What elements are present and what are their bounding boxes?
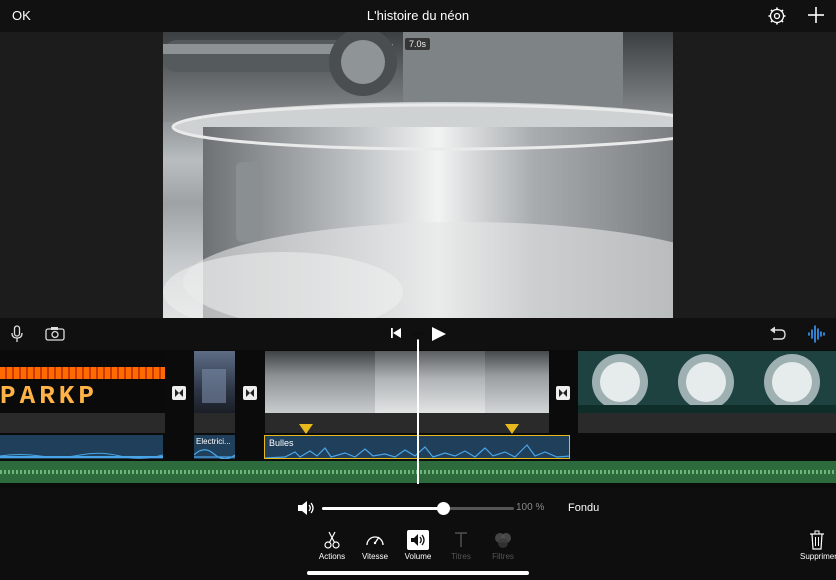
skip-to-start-icon[interactable] bbox=[390, 327, 402, 339]
tool-vitesse[interactable]: Vitesse bbox=[353, 530, 397, 561]
clip-bulles-frame bbox=[265, 351, 375, 413]
tool-titres-disabled[interactable]: Titres bbox=[439, 530, 483, 561]
audio-waveform bbox=[0, 452, 163, 459]
volume-slider-fill bbox=[322, 507, 443, 510]
volume-slider[interactable] bbox=[322, 502, 514, 515]
tool-label: Titres bbox=[451, 552, 471, 561]
clip-electricite[interactable] bbox=[194, 351, 235, 413]
clip-hublot[interactable] bbox=[578, 351, 836, 413]
transition-icon bbox=[246, 389, 254, 397]
tool-actions[interactable]: Actions bbox=[310, 530, 354, 561]
volume-slider-knob[interactable] bbox=[437, 502, 450, 515]
tool-filtres-disabled[interactable]: Filtres bbox=[481, 530, 525, 561]
clip-bulles[interactable] bbox=[265, 351, 549, 413]
audio-track-label: Bulles bbox=[269, 438, 294, 448]
playhead[interactable] bbox=[417, 338, 419, 484]
gear-icon[interactable] bbox=[768, 7, 786, 25]
clip-parkp[interactable]: PARKP bbox=[0, 351, 165, 413]
clip-parkp-sign: PARKP bbox=[0, 381, 99, 411]
camera-icon[interactable] bbox=[45, 326, 65, 341]
clip-hublot-thumbnail bbox=[578, 351, 836, 413]
transition-icon bbox=[559, 389, 567, 397]
clip-hublot-underlay bbox=[578, 413, 836, 433]
tool-label: Vitesse bbox=[361, 552, 389, 561]
tool-delete[interactable]: Supprimer bbox=[794, 530, 836, 561]
video-frame bbox=[163, 32, 673, 318]
text-icon bbox=[455, 532, 467, 547]
volume-percent: 100 % bbox=[516, 502, 545, 513]
speedometer-icon bbox=[366, 536, 384, 546]
fade-marker-icon[interactable] bbox=[505, 424, 519, 434]
transition-button[interactable] bbox=[243, 386, 257, 400]
tool-label: Filtres bbox=[492, 552, 514, 561]
transition-icon bbox=[175, 389, 183, 397]
fade-marker-icon[interactable] bbox=[299, 424, 313, 434]
transition-button[interactable] bbox=[556, 386, 570, 400]
audio-track-parkp[interactable] bbox=[0, 435, 163, 459]
fade-button[interactable]: Fondu bbox=[568, 502, 599, 514]
speaker-icon bbox=[298, 501, 314, 515]
transition-button[interactable] bbox=[172, 386, 186, 400]
neon-stripe bbox=[0, 367, 165, 379]
filters-icon bbox=[495, 533, 511, 548]
scissors-icon bbox=[324, 531, 340, 549]
audio-waveform-icon[interactable] bbox=[807, 324, 825, 344]
audio-track-electricite[interactable]: Electrici... bbox=[194, 435, 235, 459]
tool-label: Supprimer bbox=[800, 552, 836, 561]
project-title: L'histoire du néon bbox=[366, 8, 470, 23]
tool-label: Volume bbox=[404, 552, 432, 561]
clip-parkp-underlay bbox=[0, 413, 165, 433]
clip-bulles-frame bbox=[375, 351, 485, 413]
tool-volume-selected[interactable]: Volume bbox=[396, 530, 440, 561]
duration-badge: 7.0s bbox=[405, 38, 431, 50]
add-icon[interactable] bbox=[806, 5, 826, 25]
microphone-icon[interactable] bbox=[11, 325, 23, 343]
trash-icon bbox=[810, 530, 824, 550]
video-preview[interactable] bbox=[163, 32, 673, 318]
undo-icon[interactable] bbox=[769, 326, 787, 342]
volume-icon bbox=[407, 530, 429, 550]
play-icon[interactable] bbox=[431, 326, 447, 342]
tool-label: Actions bbox=[318, 552, 346, 561]
clip-electricite-thumbnail bbox=[202, 369, 226, 403]
clip-bulles-frame bbox=[485, 351, 549, 413]
top-bar: OK L'histoire du néon bbox=[0, 0, 836, 32]
clip-electricite-underlay bbox=[194, 413, 235, 433]
playhead-indicator bbox=[411, 332, 425, 340]
home-indicator[interactable] bbox=[307, 571, 529, 575]
audio-track-label: Electrici... bbox=[196, 437, 231, 446]
